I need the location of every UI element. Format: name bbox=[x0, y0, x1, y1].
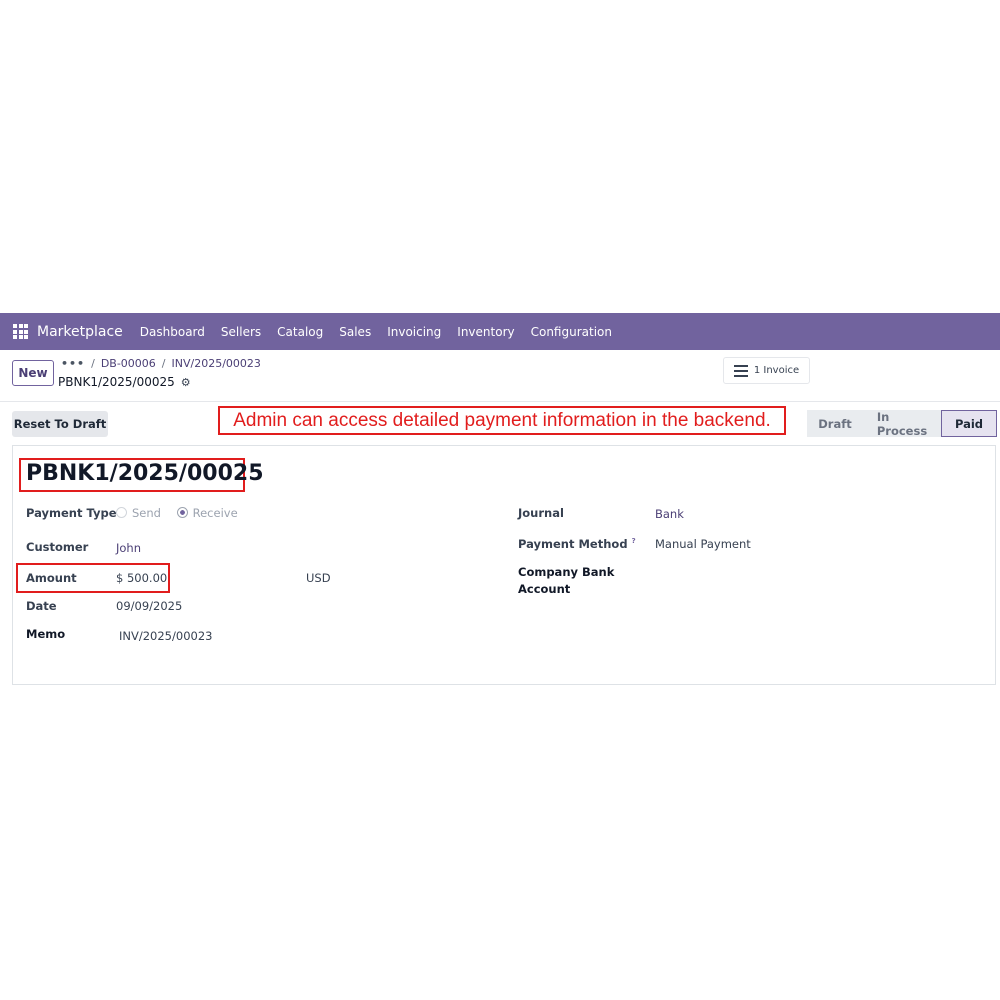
breadcrumb-invoice[interactable]: INV/2025/00023 bbox=[172, 357, 261, 370]
invoice-smart-button[interactable]: 1 Invoice bbox=[723, 357, 810, 384]
payment-type-radio-group: Send Receive bbox=[116, 505, 250, 520]
status-step-draft[interactable]: Draft bbox=[807, 410, 863, 437]
amount-field[interactable]: $ 500.00 bbox=[116, 571, 167, 585]
list-icon bbox=[733, 364, 748, 377]
menu-item-catalog[interactable]: Catalog bbox=[277, 325, 323, 339]
menu-item-invoicing[interactable]: Invoicing bbox=[387, 325, 441, 339]
payment-title: PBNK1/2025/00025 bbox=[26, 461, 264, 486]
status-steps: Draft In Process Paid bbox=[807, 410, 997, 438]
payment-method-label-text: Payment Method bbox=[518, 537, 628, 551]
radio-send[interactable] bbox=[116, 507, 127, 518]
status-step-in-process[interactable]: In Process bbox=[863, 410, 941, 438]
top-navbar: Marketplace Dashboard Sellers Catalog Sa… bbox=[0, 313, 1000, 350]
record-name: PBNK1/2025/00025 ⚙ bbox=[58, 375, 191, 389]
breadcrumb-separator: / bbox=[161, 357, 166, 370]
memo-field[interactable]: INV/2025/00023 bbox=[119, 629, 212, 643]
company-bank-label-line2: Account bbox=[518, 582, 571, 596]
apps-grid-icon[interactable] bbox=[13, 324, 28, 339]
new-button[interactable]: New bbox=[12, 360, 54, 386]
customer-field[interactable]: John bbox=[116, 541, 141, 555]
app-brand[interactable]: Marketplace bbox=[37, 324, 123, 340]
status-step-paid[interactable]: Paid bbox=[941, 410, 997, 437]
radio-receive[interactable] bbox=[176, 507, 188, 518]
breadcrumb: ••• / DB-00006 / INV/2025/00023 bbox=[61, 357, 261, 370]
status-bar: Reset To Draft Admin can access detailed… bbox=[0, 402, 1000, 444]
breadcrumb-separator: / bbox=[91, 357, 95, 370]
menu-item-dashboard[interactable]: Dashboard bbox=[140, 325, 205, 339]
amount-label: Amount bbox=[26, 571, 77, 585]
control-panel: New ••• / DB-00006 / INV/2025/00023 PBNK… bbox=[0, 350, 1000, 402]
menu-item-configuration[interactable]: Configuration bbox=[531, 325, 612, 339]
main-menu: Dashboard Sellers Catalog Sales Invoicin… bbox=[132, 325, 620, 339]
payment-method-field[interactable]: Manual Payment bbox=[655, 537, 751, 551]
reset-to-draft-button[interactable]: Reset To Draft bbox=[12, 411, 108, 437]
memo-label: Memo bbox=[26, 627, 66, 641]
breadcrumb-db[interactable]: DB-00006 bbox=[101, 357, 156, 370]
form-sheet: PBNK1/2025/00025 Payment Type Send Recei… bbox=[12, 445, 996, 685]
invoice-smart-button-label: 1 Invoice bbox=[753, 365, 800, 376]
radio-send-label: Send bbox=[132, 505, 161, 520]
record-name-text: PBNK1/2025/00025 bbox=[58, 375, 175, 389]
annotation-callout: Admin can access detailed payment inform… bbox=[218, 406, 786, 435]
company-bank-label: Company Bank Account bbox=[518, 565, 614, 596]
journal-field[interactable]: Bank bbox=[655, 507, 684, 521]
help-tooltip-icon[interactable]: ? bbox=[632, 537, 636, 545]
journal-label: Journal bbox=[518, 506, 564, 520]
customer-label: Customer bbox=[26, 540, 89, 554]
currency-field[interactable]: USD bbox=[306, 571, 331, 585]
breadcrumb-more[interactable]: ••• bbox=[61, 357, 85, 370]
radio-receive-label: Receive bbox=[192, 505, 238, 520]
payment-type-label: Payment Type bbox=[26, 506, 117, 520]
menu-item-sales[interactable]: Sales bbox=[339, 325, 371, 339]
date-field[interactable]: 09/09/2025 bbox=[116, 599, 182, 613]
gear-icon[interactable]: ⚙ bbox=[181, 376, 191, 389]
menu-item-inventory[interactable]: Inventory bbox=[457, 325, 514, 339]
menu-item-sellers[interactable]: Sellers bbox=[221, 325, 261, 339]
payment-method-label: Payment Method ? bbox=[518, 537, 636, 551]
company-bank-label-line1: Company Bank bbox=[518, 565, 615, 579]
date-label: Date bbox=[26, 599, 57, 613]
